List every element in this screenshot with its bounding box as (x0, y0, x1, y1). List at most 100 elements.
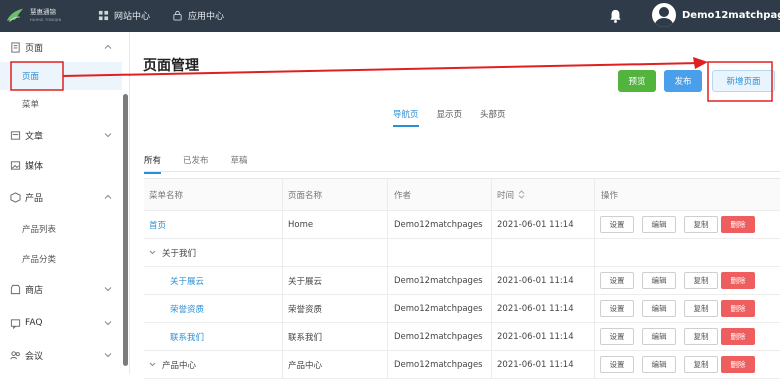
column-divider (282, 267, 283, 294)
sidebar-subitem-product-list[interactable]: 产品列表 (0, 215, 122, 243)
sidebar-item-label: 媒体 (25, 161, 44, 172)
topnav-app-center[interactable]: 应用中心 (172, 9, 224, 22)
sidebar-subitem-pages[interactable]: 页面 (0, 62, 122, 90)
topnav-website-center[interactable]: 网站中心 (98, 9, 150, 22)
edit-button[interactable]: 编辑 (642, 328, 676, 345)
column-divider (387, 239, 388, 266)
column-header-author: 作者 (394, 190, 412, 201)
menu-type-tabs: 导航页 显示页 头部页 (393, 108, 506, 127)
column-header-time[interactable]: 时间 (497, 179, 525, 210)
column-divider (594, 239, 595, 266)
column-divider (491, 239, 492, 266)
cell-author: Demo12matchpages (394, 303, 483, 314)
sidebar-subitem-product-category[interactable]: 产品分类 (0, 245, 122, 273)
chevron-up-icon (104, 44, 112, 49)
column-divider (594, 179, 595, 210)
sidebar-subitem-menu[interactable]: 菜单 (0, 90, 122, 118)
menu-name-text[interactable]: 首页 (149, 219, 166, 231)
edit-button[interactable]: 编辑 (642, 272, 676, 289)
sidebar-item-faq[interactable]: FAQ (0, 308, 122, 338)
preview-button[interactable]: 预览 (618, 70, 656, 92)
cell-menu-name[interactable]: 首页 (149, 211, 166, 238)
sidebar-item-label: 产品 (25, 193, 44, 204)
tab-nav-page[interactable]: 导航页 (393, 108, 419, 127)
table-body: 首页 Home Demo12matchpages 2021-06-01 11:14 设置… (144, 211, 780, 379)
delete-button[interactable]: 删除 (721, 300, 755, 317)
pages-table: 菜单名称 页面名称 作者 时间 操作 首页 Home Demo12matchpage… (144, 178, 780, 379)
topnav-app-center-label: 应用中心 (188, 12, 225, 22)
sidebar-item-products[interactable]: 产品 (0, 182, 122, 212)
table-row: 荣誉资质 荣誉资质 Demo12matchpages 2021-06-01 11:14… (144, 295, 780, 323)
copy-button[interactable]: 复制 (684, 272, 718, 289)
copy-button[interactable]: 复制 (684, 216, 718, 233)
cell-time: 2021-06-01 11:14 (497, 275, 574, 286)
faq-icon (10, 318, 21, 329)
settings-button[interactable]: 设置 (600, 216, 634, 233)
sidebar-item-label: 文章 (25, 131, 44, 142)
settings-button[interactable]: 设置 (600, 356, 634, 373)
cell-time: 2021-06-01 11:14 (497, 303, 574, 314)
edit-button[interactable]: 编辑 (642, 300, 676, 317)
brand-logo[interactable]: 慧惠通锦 HUIHUI TONGJIN (4, 2, 74, 30)
cell-menu-name[interactable]: 联系我们 (170, 323, 204, 350)
user-menu[interactable]: Demo12matchpages (652, 3, 780, 27)
grid-icon (98, 10, 109, 21)
chevron-down-icon[interactable] (149, 249, 156, 256)
delete-button[interactable]: 删除 (721, 216, 755, 233)
menu-name-text[interactable]: 关于展云 (170, 275, 204, 287)
bell-icon[interactable] (608, 8, 623, 24)
sidebar-item-articles[interactable]: 文章 (0, 120, 122, 150)
sidebar-subitem-label: 产品列表 (22, 225, 57, 235)
column-divider (387, 323, 388, 350)
cell-time: 2021-06-01 11:14 (497, 219, 574, 230)
sidebar-item-label: 会议 (25, 351, 44, 362)
column-divider (491, 179, 492, 210)
publish-button[interactable]: 发布 (664, 70, 702, 92)
store-icon (10, 284, 21, 294)
copy-button[interactable]: 复制 (684, 328, 718, 345)
settings-button[interactable]: 设置 (600, 300, 634, 317)
tab-header-page[interactable]: 头部页 (480, 108, 506, 127)
topnav-website-center-label: 网站中心 (114, 12, 151, 22)
menu-name-text[interactable]: 荣誉资质 (170, 303, 204, 315)
edit-button[interactable]: 编辑 (642, 216, 676, 233)
delete-button[interactable]: 删除 (721, 272, 755, 289)
sidebar-item-meeting[interactable]: 会议 (0, 340, 122, 370)
add-page-button[interactable]: 新增页面 (712, 70, 775, 92)
username: Demo12matchpages (682, 9, 780, 21)
delete-button[interactable]: 删除 (721, 328, 755, 345)
sidebar-scrollbar[interactable] (123, 94, 128, 366)
menu-name-text[interactable]: 联系我们 (170, 331, 204, 343)
chevron-down-icon[interactable] (149, 361, 156, 368)
tab-display-page[interactable]: 显示页 (437, 108, 463, 127)
edit-button[interactable]: 编辑 (642, 356, 676, 373)
copy-button[interactable]: 复制 (684, 356, 718, 373)
column-divider (282, 211, 283, 238)
bird-logo-icon (6, 8, 24, 22)
cell-menu-name: 关于我们 (149, 239, 196, 266)
sidebar-item-media[interactable]: 媒体 (0, 150, 122, 180)
column-divider (387, 295, 388, 322)
top-navbar: 慧惠通锦 HUIHUI TONGJIN 网站中心 应用中心 Demo12matc… (0, 0, 780, 32)
meeting-icon (10, 350, 20, 359)
sidebar-subitem-label: 页面 (22, 72, 40, 82)
cell-page-name: 联系我们 (288, 332, 323, 343)
article-icon (10, 130, 21, 140)
menu-name-text: 产品中心 (162, 360, 197, 371)
copy-button[interactable]: 复制 (684, 300, 718, 317)
main-content: 页面管理 预览 发布 新增页面 导航页 显示页 头部页 所有 已发布 草稿 菜单… (131, 32, 780, 379)
settings-button[interactable]: 设置 (600, 272, 634, 289)
cell-author: Demo12matchpages (394, 219, 483, 230)
column-divider (491, 211, 492, 238)
column-divider (282, 295, 283, 322)
cell-menu-name[interactable]: 关于展云 (170, 267, 204, 294)
cell-menu-name[interactable]: 荣誉资质 (170, 295, 204, 322)
sidebar-item-store[interactable]: 商店 (0, 274, 122, 304)
column-divider (282, 239, 283, 266)
delete-button[interactable]: 删除 (721, 356, 755, 373)
settings-button[interactable]: 设置 (600, 328, 634, 345)
chevron-down-icon (104, 133, 112, 138)
cell-page-name: 荣誉资质 (288, 304, 323, 315)
chevron-up-icon (104, 194, 112, 199)
sidebar-item-pages[interactable]: 页面 (0, 32, 122, 62)
